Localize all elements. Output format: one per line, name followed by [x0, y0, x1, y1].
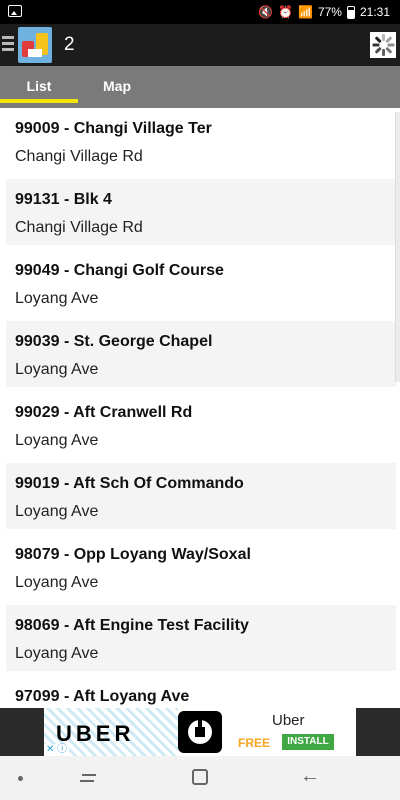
stop-road: Loyang Ave — [15, 574, 99, 591]
list-item[interactable]: 99009 - Changi Village Ter Changi Villag… — [6, 108, 396, 174]
install-button[interactable]: INSTALL — [282, 734, 334, 750]
stop-title: 99019 - Aft Sch Of Commando — [15, 475, 244, 492]
spinner-spoke — [387, 43, 395, 47]
spinner-spoke — [385, 46, 393, 54]
spinner-spoke — [372, 43, 380, 47]
ad-banner[interactable]: UBER ✕ ⓘ Uber FREE INSTALL — [0, 708, 400, 756]
stop-road: Loyang Ave — [15, 432, 99, 449]
spinner-spoke — [374, 36, 382, 44]
spinner-spoke — [385, 36, 393, 44]
loading-spinner-icon[interactable] — [370, 32, 396, 58]
battery-percent: 77% — [317, 5, 342, 19]
ad-choices-icon[interactable]: ✕ ⓘ — [44, 744, 70, 756]
app-logo-icon[interactable] — [18, 27, 52, 63]
gallery-icon — [8, 5, 22, 17]
list-item[interactable]: 99019 - Aft Sch Of Commando Loyang Ave — [6, 463, 396, 529]
system-nav-bar: ← — [0, 756, 400, 800]
recent-apps-icon[interactable] — [80, 770, 98, 786]
tab-bar: List Map — [0, 66, 400, 108]
status-bar: 🔇 ⏰ 📶 77% 21:31 — [0, 0, 400, 24]
spinner-spoke — [374, 46, 382, 54]
mute-icon: 🔇 — [258, 5, 274, 19]
stop-road: Loyang Ave — [15, 503, 99, 520]
stop-title: 97099 - Aft Loyang Ave — [15, 688, 190, 705]
close-icon[interactable]: ✕ — [46, 744, 54, 755]
menu-icon[interactable] — [2, 36, 14, 52]
wifi-icon: 📶 — [297, 5, 313, 19]
stop-title: 98069 - Aft Engine Test Facility — [15, 617, 249, 634]
clock: 21:31 — [359, 5, 390, 19]
stop-road: Loyang Ave — [15, 361, 99, 378]
list-item[interactable]: 99039 - St. George Chapel Loyang Ave — [6, 321, 396, 387]
home-icon[interactable] — [192, 769, 208, 785]
stop-road: Changi Village Rd — [15, 219, 143, 236]
list-item[interactable]: 98069 - Aft Engine Test Facility Loyang … — [6, 605, 396, 671]
stop-road: Loyang Ave — [15, 290, 99, 307]
app-bar: 2 — [0, 24, 400, 66]
list-item[interactable]: 99049 - Changi Golf Course Loyang Ave — [6, 250, 396, 316]
list-item[interactable]: 99131 - Blk 4 Changi Village Rd — [6, 179, 396, 245]
page-title: 2 — [64, 34, 75, 55]
stop-title: 99049 - Changi Golf Course — [15, 262, 224, 279]
battery-icon — [346, 5, 355, 19]
stop-title: 99029 - Aft Cranwell Rd — [15, 404, 193, 421]
stop-title: 99009 - Changi Village Ter — [15, 120, 212, 137]
back-icon[interactable]: ← — [300, 766, 320, 786]
ad-app-name[interactable]: Uber — [272, 712, 305, 729]
stop-title: 99131 - Blk 4 — [15, 191, 112, 208]
bus-stop-list[interactable]: 99009 - Changi Village Ter Changi Villag… — [0, 108, 400, 708]
info-icon[interactable]: ⓘ — [57, 744, 67, 755]
uber-logo-icon[interactable] — [178, 711, 222, 753]
tab-indicator — [0, 99, 78, 103]
ad-price: FREE — [238, 736, 271, 750]
spinner-spoke — [382, 49, 385, 56]
list-item[interactable]: 99029 - Aft Cranwell Rd Loyang Ave — [6, 392, 396, 458]
nav-dot-icon[interactable] — [18, 776, 23, 781]
stop-title: 98079 - Opp Loyang Way/Soxal — [15, 546, 251, 563]
tab-map[interactable]: Map — [78, 66, 156, 108]
stop-title: 99039 - St. George Chapel — [15, 333, 213, 350]
scrollbar[interactable] — [395, 112, 400, 382]
alarm-icon: ⏰ — [278, 5, 293, 19]
ad-image[interactable]: UBER ✕ ⓘ — [44, 708, 178, 756]
list-item[interactable]: 98079 - Opp Loyang Way/Soxal Loyang Ave — [6, 534, 396, 600]
stop-road: Loyang Ave — [15, 645, 99, 662]
list-item[interactable]: 97099 - Aft Loyang Ave — [6, 676, 396, 708]
stop-road: Changi Village Rd — [15, 148, 143, 165]
